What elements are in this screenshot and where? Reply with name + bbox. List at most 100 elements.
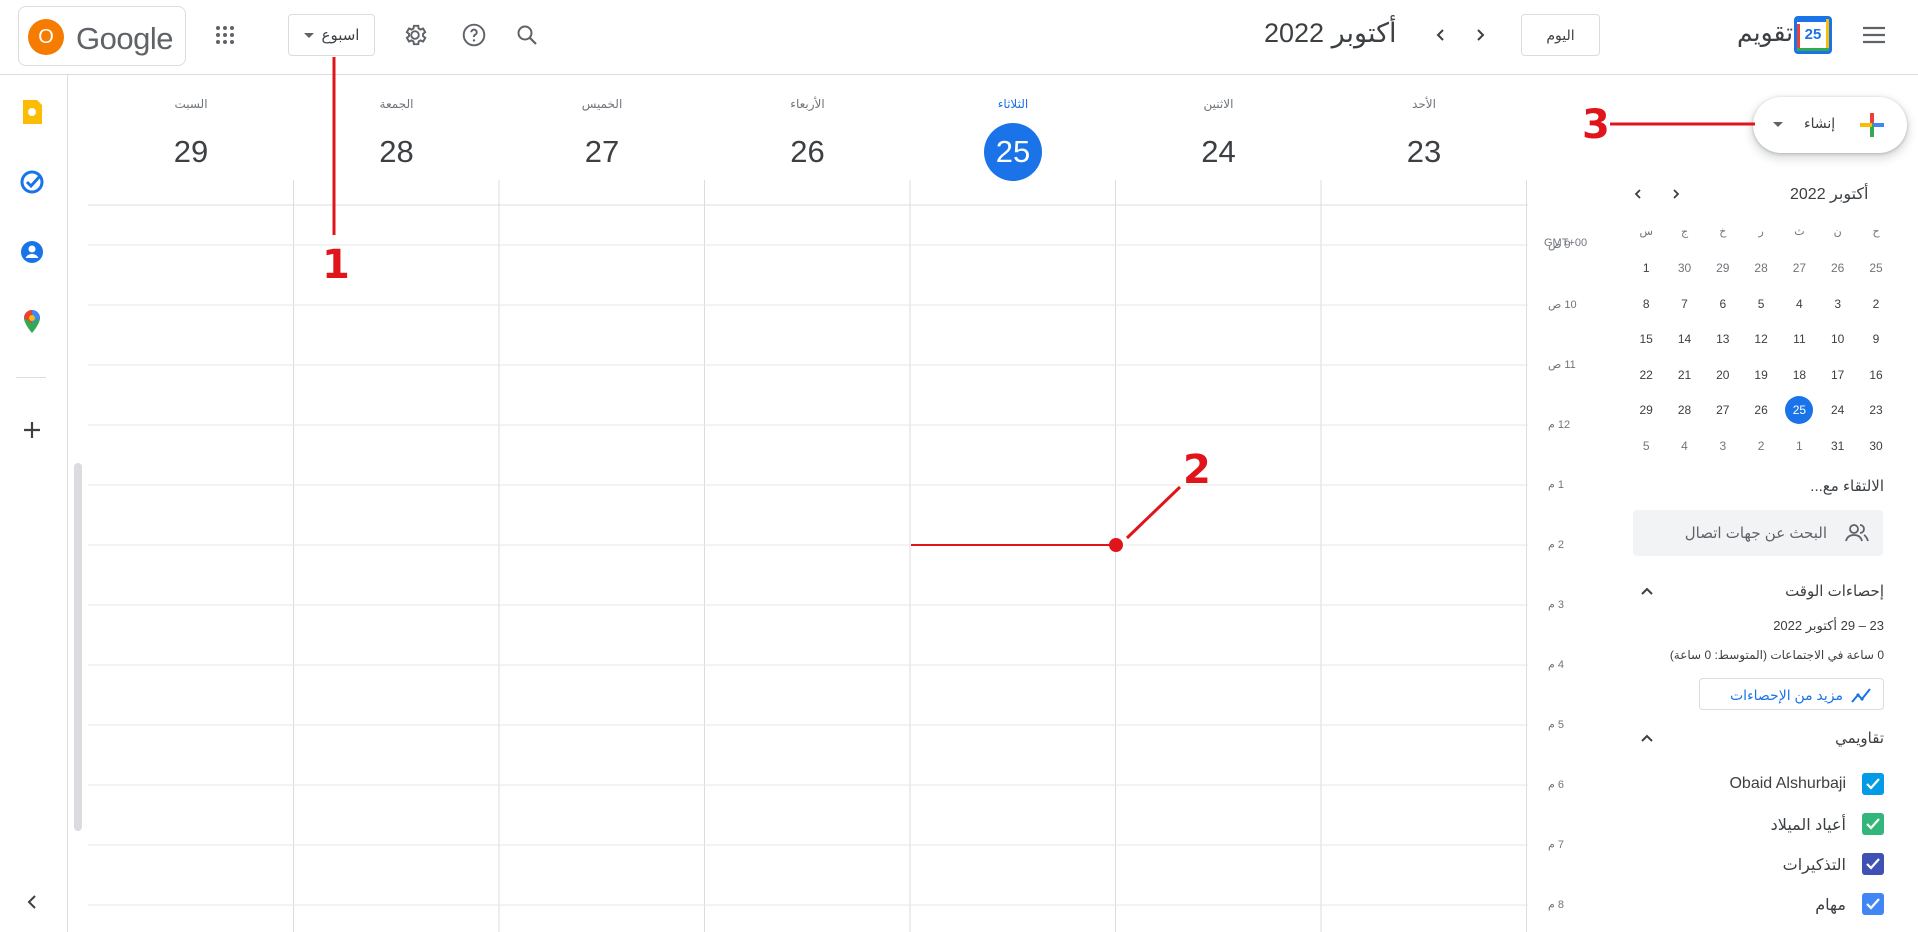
mini-calendar-day[interactable]: 6: [1709, 290, 1737, 318]
account-switcher[interactable]: O Google: [18, 6, 186, 66]
mini-calendar-day[interactable]: 13: [1709, 325, 1737, 353]
mini-calendar-day[interactable]: 2: [1862, 290, 1890, 318]
calendar-checkbox[interactable]: [1862, 853, 1884, 875]
side-panel-divider: [16, 377, 46, 378]
mini-calendar-day[interactable]: 18: [1785, 361, 1813, 389]
create-chevron-down-icon[interactable]: [1773, 122, 1783, 127]
collapse-panel-chevron-icon[interactable]: [19, 889, 45, 915]
support-help-icon[interactable]: [454, 15, 494, 55]
settings-gear-icon[interactable]: [395, 15, 435, 55]
time-insights-title: إحصاءات الوقت: [1785, 583, 1884, 600]
contacts-search-input[interactable]: البحث عن جهات اتصال: [1633, 510, 1883, 556]
hour-label: 6 م: [1548, 779, 1564, 791]
mini-calendar-day[interactable]: 3: [1709, 432, 1737, 460]
mini-calendar-day[interactable]: 12: [1747, 325, 1775, 353]
meet-with-title: الالتقاء مع...: [1810, 478, 1884, 495]
mini-calendar-day[interactable]: 20: [1709, 361, 1737, 389]
mini-calendar-day[interactable]: 30: [1862, 432, 1890, 460]
more-insights-button[interactable]: مزيد من الإحصاءات: [1699, 678, 1884, 710]
keep-notes-icon[interactable]: [19, 99, 45, 125]
mini-calendar-day[interactable]: 17: [1824, 361, 1852, 389]
mini-dow-label: ج: [1680, 226, 1689, 238]
mini-dow-label: خ: [1719, 226, 1727, 238]
mini-calendar-day[interactable]: 26: [1747, 396, 1775, 424]
check-icon: [1866, 778, 1880, 790]
maps-icon[interactable]: [19, 309, 45, 335]
mini-calendar-day[interactable]: 21: [1671, 361, 1699, 389]
calendar-list-item[interactable]: أعياد الميلاد: [1640, 810, 1884, 840]
add-addon-icon[interactable]: [19, 417, 45, 443]
hour-label: 1 م: [1548, 479, 1564, 491]
mini-calendar-day[interactable]: 4: [1671, 432, 1699, 460]
mini-calendar-day[interactable]: 14: [1671, 325, 1699, 353]
create-button-label: إنشاء: [1804, 115, 1836, 131]
chevron-left-icon[interactable]: [1421, 15, 1461, 55]
mini-calendar-day[interactable]: 2: [1747, 432, 1775, 460]
collapse-calendars-chevron-icon[interactable]: [1633, 724, 1661, 752]
calendar-checkbox[interactable]: [1862, 773, 1884, 795]
mini-calendar-day[interactable]: 23: [1862, 396, 1890, 424]
mini-calendar-day[interactable]: 15: [1632, 325, 1660, 353]
mini-calendar-day[interactable]: 24: [1824, 396, 1852, 424]
hour-label: 4 م: [1548, 659, 1564, 671]
mini-calendar-day[interactable]: 7: [1671, 290, 1699, 318]
mini-calendar-day[interactable]: 4: [1785, 290, 1813, 318]
mini-calendar-day[interactable]: 26: [1824, 254, 1852, 282]
today-button[interactable]: اليوم: [1521, 14, 1600, 56]
calendar-list-item[interactable]: مهام: [1640, 890, 1884, 920]
mini-calendar-day[interactable]: 5: [1632, 432, 1660, 460]
mini-next-chevron-icon[interactable]: [1662, 180, 1690, 208]
mini-calendar-day[interactable]: 31: [1824, 432, 1852, 460]
mini-calendar-day[interactable]: 1: [1632, 254, 1660, 282]
collapse-insights-chevron-icon[interactable]: [1633, 577, 1661, 605]
mini-calendar-day[interactable]: 16: [1862, 361, 1890, 389]
my-calendars-title: تقاويمي: [1835, 730, 1884, 747]
scrollbar-thumb[interactable]: [74, 463, 82, 831]
apps-grid-icon[interactable]: [205, 15, 245, 55]
account-avatar[interactable]: O: [28, 19, 64, 55]
annotation-number-1: 1: [322, 242, 350, 288]
mini-calendar-day[interactable]: 27: [1785, 254, 1813, 282]
check-icon: [1866, 898, 1880, 910]
tasks-icon[interactable]: [19, 169, 45, 195]
mini-calendar-day[interactable]: 10: [1824, 325, 1852, 353]
mini-calendar-day[interactable]: 28: [1747, 254, 1775, 282]
chevron-right-icon[interactable]: [1460, 15, 1500, 55]
mini-dow-label: ح: [1872, 226, 1880, 238]
calendar-list-item[interactable]: Obaid Alshurbaji: [1640, 770, 1884, 800]
contacts-icon[interactable]: [19, 239, 45, 265]
plus-colored-icon: [1860, 113, 1884, 137]
view-selector[interactable]: اسبوع: [288, 14, 375, 56]
mini-calendar-day[interactable]: 30: [1671, 254, 1699, 282]
hour-label: 7 م: [1548, 839, 1564, 851]
calendar-list-item[interactable]: التذكيرات: [1640, 850, 1884, 880]
annotation-number-3: 3: [1582, 102, 1610, 148]
mini-calendar-day[interactable]: 1: [1785, 432, 1813, 460]
mini-calendar-day[interactable]: 25: [1785, 396, 1814, 424]
mini-calendar-day[interactable]: 28: [1671, 396, 1699, 424]
mini-calendar-day[interactable]: 29: [1632, 396, 1660, 424]
mini-calendar-day[interactable]: 19: [1747, 361, 1775, 389]
hamburger-menu-icon[interactable]: [1854, 15, 1894, 55]
mini-calendar-day[interactable]: 25: [1862, 254, 1890, 282]
hour-label: 12 م: [1548, 419, 1571, 431]
calendar-checkbox[interactable]: [1862, 893, 1884, 915]
mini-calendar-title: أكتوبر 2022: [1790, 186, 1869, 203]
mini-calendar-day[interactable]: 3: [1824, 290, 1852, 318]
calendar-label: مهام: [1815, 897, 1846, 914]
insights-date-range: 23 – 29 أكتوبر 2022: [1773, 618, 1884, 633]
more-insights-label: مزيد من الإحصاءات: [1730, 687, 1843, 703]
hour-label: 8 م: [1548, 899, 1564, 911]
mini-prev-chevron-icon[interactable]: [1624, 180, 1652, 208]
mini-calendar-day[interactable]: 11: [1785, 325, 1813, 353]
mini-calendar-day[interactable]: 5: [1747, 290, 1775, 318]
mini-calendar-day[interactable]: 9: [1862, 325, 1890, 353]
mini-calendar-day[interactable]: 27: [1709, 396, 1737, 424]
calendar-checkbox[interactable]: [1862, 813, 1884, 835]
mini-calendar-day[interactable]: 22: [1632, 361, 1660, 389]
mini-calendar-day[interactable]: 29: [1709, 254, 1737, 282]
search-icon[interactable]: [507, 15, 547, 55]
mini-calendar-day[interactable]: 8: [1632, 290, 1660, 318]
create-button[interactable]: إنشاء: [1753, 97, 1907, 153]
google-logo: Google: [76, 21, 173, 56]
